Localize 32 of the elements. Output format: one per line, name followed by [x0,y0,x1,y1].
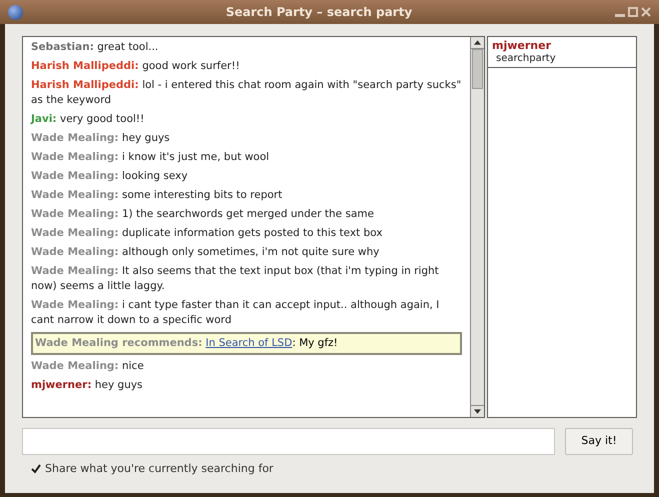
chat-message: Wade Mealing: hey guys [31,131,171,146]
chat-message: Wade Mealing: duplicate information gets posted to this text box [31,226,384,241]
chat-message: Wade Mealing: 1) the searchwords get merged under the same [31,207,375,222]
user-status: searchparty [495,52,557,65]
user-item[interactable]: mjwerner searchparty [488,37,636,68]
share-label: Share what you're currently searching for [45,461,274,477]
chat-message: mjwerner: hey guys [31,378,144,393]
chat-message: Wade Mealing: although only sometimes, i'm not quite sure why [31,245,380,260]
user-name: mjwerner [492,39,552,52]
maximize-icon[interactable] [628,7,638,17]
share-checkbox[interactable] [30,464,41,475]
chat-message: Wade Mealing: It also seems that the text input box (that i'm typing in right now) seems a little laggy. [31,264,440,294]
chat-message: Javi: very good tool!! [31,112,146,127]
app-icon [8,4,23,20]
chat-message: Wade Mealing: nice [31,359,145,374]
scrollbar[interactable] [470,37,484,417]
scroll-thumb[interactable] [472,49,483,89]
chat-message: Wade Mealing: some interesting bits to report [31,188,284,203]
chat-message: Sebastian: great tool... [31,40,160,55]
recommendation-message: Wade Mealing recommends: In Search of LSD: My gfz! [31,332,462,355]
chat-message: Harish Mallipeddi: lol - i entered this chat room again with "search party sucks" as the keyword [31,78,462,108]
scroll-down-icon[interactable] [474,409,481,414]
chat-message: Wade Mealing: i cant type faster than it can accept input.. although again, I cant narrow it down to a specific word [31,298,440,328]
chat-message: Harish Mallipeddi: good work surfer!! [31,59,241,74]
recommendation-link[interactable]: In Search of LSD [206,337,292,349]
say-button[interactable]: Say it! [565,428,633,455]
chat-message: Wade Mealing: looking sexy [31,169,189,184]
scroll-up-icon[interactable] [474,40,481,45]
close-icon[interactable] [641,7,651,17]
message-input[interactable] [22,428,555,455]
window-title: Search Party – search party [226,4,412,21]
chat-message: Wade Mealing: i know it's just me, but wool [31,150,270,165]
